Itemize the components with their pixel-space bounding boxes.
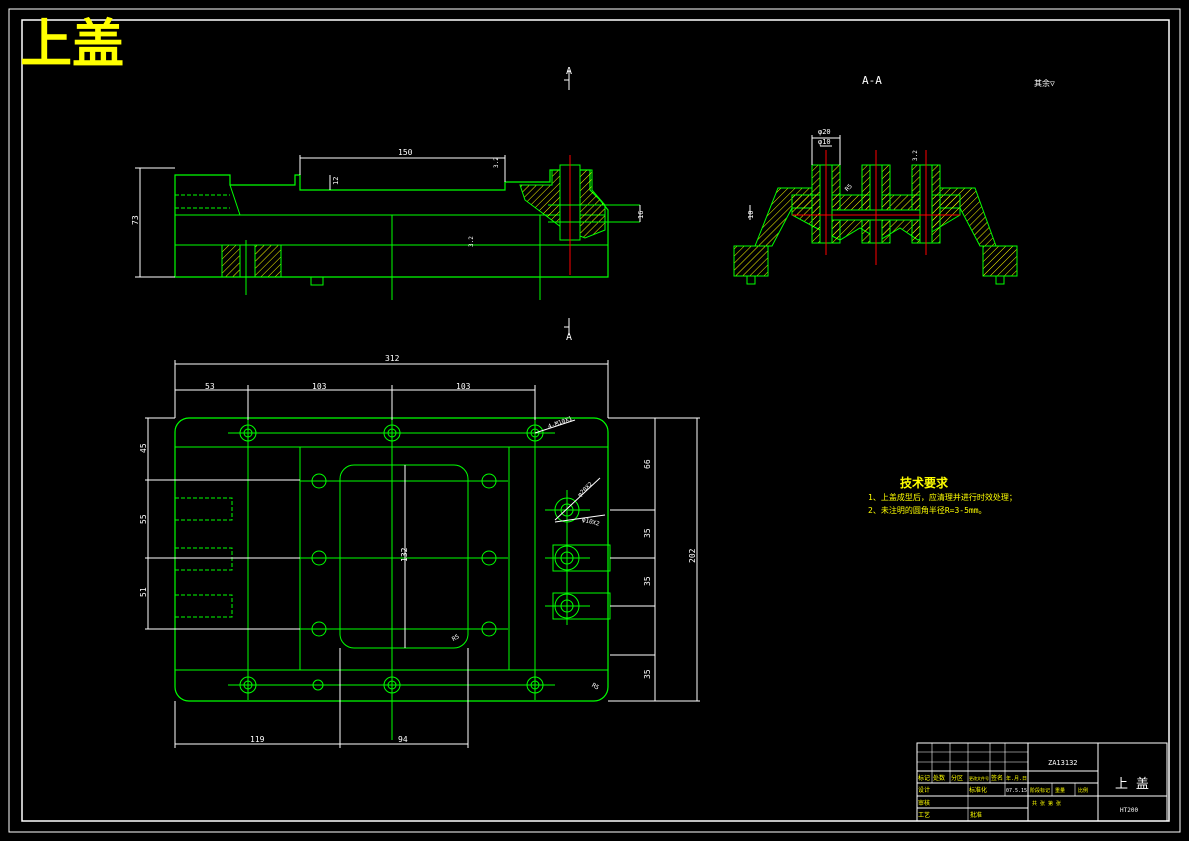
dim-r-1: R5 bbox=[451, 633, 461, 643]
svg-text:标准化: 标准化 bbox=[969, 786, 987, 794]
svg-text:处数: 处数 bbox=[933, 774, 945, 782]
tech-requirements: 技术要求 1、上盖成型后，应清理并进行时效处理； 2、未注明的圆角半径R=3-5… bbox=[868, 475, 1017, 515]
svg-text:共 张 第 张: 共 张 第 张 bbox=[1032, 800, 1061, 807]
svg-text:重量: 重量 bbox=[1055, 787, 1065, 794]
dim-bore-2: φ10 bbox=[818, 138, 831, 146]
dim-side: 10 bbox=[747, 211, 755, 219]
dim-right-4: 35 bbox=[643, 669, 652, 679]
plan-view: 312 53 103 103 4-M10X1 132 45 55 51 66 3… bbox=[139, 354, 700, 748]
svg-text:阶段标记: 阶段标记 bbox=[1030, 787, 1050, 794]
svg-text:设计: 设计 bbox=[918, 786, 930, 794]
tech-heading: 技术要求 bbox=[900, 475, 949, 490]
dim-span-1: 103 bbox=[312, 382, 327, 391]
svg-text:A: A bbox=[566, 66, 572, 77]
svg-text:A: A bbox=[566, 332, 572, 343]
svg-text:HT200: HT200 bbox=[1120, 807, 1138, 814]
svg-text:上 盖: 上 盖 bbox=[1115, 777, 1149, 792]
dim-bottom-1: 119 bbox=[250, 735, 265, 744]
dim-right-3: 35 bbox=[643, 576, 652, 586]
dim-total-height: 202 bbox=[688, 548, 697, 563]
tech-line-2: 2、未注明的圆角半径R=3-5mm。 bbox=[868, 505, 987, 515]
drawing-canvas: 上盖 A A A-A 其余▽ 150 73 12 16 3.2 3.2 φ20 … bbox=[8, 8, 1181, 833]
dim-span-2: 103 bbox=[456, 382, 471, 391]
dim-right: 16 bbox=[637, 211, 645, 219]
svg-text:更改文件号: 更改文件号 bbox=[969, 775, 989, 781]
dim-r-2: R5 bbox=[590, 682, 600, 692]
section-view: φ20 φ10 10 R5 3.2 bbox=[733, 128, 1018, 285]
roughness-1: 3.2 bbox=[493, 157, 500, 168]
svg-text:比例: 比例 bbox=[1078, 787, 1088, 794]
svg-text:标记: 标记 bbox=[918, 774, 930, 782]
dim-right-1: 66 bbox=[643, 459, 652, 469]
section-roughness: 3.2 bbox=[912, 150, 919, 161]
dim-angle: R5 bbox=[844, 183, 854, 193]
dim-inner-height: 132 bbox=[400, 547, 409, 562]
svg-text:07.5.15: 07.5.15 bbox=[1006, 788, 1027, 794]
dim-left-3: 51 bbox=[139, 587, 148, 597]
section-title: A-A bbox=[862, 74, 882, 87]
svg-text:批准: 批准 bbox=[970, 811, 982, 819]
dim-left-offset: 53 bbox=[205, 382, 215, 391]
sheet-outer-border bbox=[8, 8, 1181, 833]
dim-right-2: 35 bbox=[643, 528, 652, 538]
svg-text:工艺: 工艺 bbox=[918, 811, 930, 819]
dim-top-length: 150 bbox=[398, 148, 413, 157]
dim-height: 73 bbox=[131, 215, 140, 225]
tech-line-1: 1、上盖成型后，应清理并进行时效处理； bbox=[868, 492, 1017, 502]
dim-step: 12 bbox=[332, 177, 340, 185]
front-view: 150 73 12 16 3.2 3.2 bbox=[131, 148, 645, 300]
dim-callout-2: φ10X2 bbox=[581, 516, 601, 528]
svg-text:签名: 签名 bbox=[991, 774, 1003, 782]
sheet-title: 上盖 bbox=[20, 14, 124, 75]
svg-text:年.月.日: 年.月.日 bbox=[1006, 775, 1027, 782]
svg-text:分区: 分区 bbox=[951, 774, 963, 782]
surface-note: 其余▽ bbox=[1034, 78, 1055, 88]
svg-text:ZA13132: ZA13132 bbox=[1048, 759, 1078, 767]
roughness-2: 3.2 bbox=[468, 236, 475, 247]
title-block-text: ZA13132 上 盖 HT200 标记 处数 分区 更改文件号 签名 年.月.… bbox=[918, 759, 1149, 819]
section-mark-bottom: A bbox=[564, 318, 572, 343]
svg-text:审核: 审核 bbox=[918, 799, 930, 807]
dim-callout-1: φ20X2 bbox=[576, 480, 594, 498]
section-mark-top: A bbox=[564, 66, 572, 90]
dim-bore-1: φ20 bbox=[818, 128, 831, 136]
dim-total-width: 312 bbox=[385, 354, 400, 363]
dim-left-1: 45 bbox=[139, 443, 148, 453]
dim-hole-note: 4-M10X1 bbox=[547, 415, 574, 430]
dim-left-2: 55 bbox=[139, 514, 148, 524]
dim-bottom-2: 94 bbox=[398, 735, 408, 744]
